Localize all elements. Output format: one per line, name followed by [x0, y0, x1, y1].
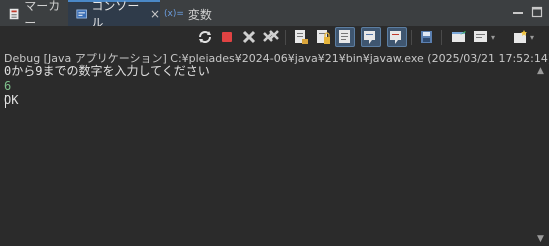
display-selected-console-icon — [473, 31, 487, 42]
terminate-button[interactable] — [217, 27, 237, 47]
relaunch-button[interactable] — [195, 27, 215, 47]
scroll-up-arrow-icon[interactable]: ▲ — [537, 66, 544, 76]
scroll-down-arrow-icon[interactable]: ▼ — [537, 234, 544, 244]
show-on-stderr-icon — [390, 31, 401, 44]
vertical-scrollbar[interactable]: ▲ ▼ — [533, 64, 549, 246]
console-icon — [76, 9, 87, 19]
pin-console-icon — [421, 31, 432, 43]
toolbar-separator — [285, 30, 286, 45]
word-wrap-icon — [339, 30, 350, 43]
chevron-down-icon[interactable]: ▾ — [491, 33, 495, 42]
console-toolbar: ▾ ▾ — [0, 26, 549, 48]
console-output[interactable]: 0から9までの数字を入力してください 6 OK — [0, 64, 533, 246]
tab-console[interactable]: コンソール × — [68, 0, 160, 30]
word-wrap-button[interactable] — [335, 27, 355, 47]
open-console-icon — [452, 31, 466, 42]
minimize-icon[interactable] — [512, 6, 524, 18]
tab-markers[interactable]: マーカー — [0, 0, 66, 30]
scroll-lock-icon — [317, 30, 330, 44]
toolbar-separator — [441, 30, 442, 45]
chevron-down-icon[interactable]: ▾ — [530, 33, 534, 42]
close-icon[interactable]: × — [150, 7, 160, 21]
view-tab-bar: マーカー コンソール × (x)= 変数 — [0, 0, 549, 30]
show-on-stderr-button[interactable] — [387, 27, 407, 47]
show-on-stdout-icon — [364, 31, 375, 44]
relaunch-icon — [199, 31, 211, 43]
new-console-icon — [513, 30, 527, 43]
remove-all-terminated-button[interactable] — [261, 27, 281, 47]
console-line: 0から9までの数字を入力してください — [4, 64, 210, 78]
console-input-line: 6 — [4, 78, 12, 93]
clear-console-icon — [295, 30, 308, 44]
text-cursor — [5, 95, 6, 108]
tab-variables[interactable]: (x)= 変数 — [160, 2, 220, 26]
open-console-button[interactable] — [449, 27, 469, 47]
remove-all-terminated-icon — [263, 30, 279, 42]
console-line: OK — [4, 93, 19, 107]
toolbar-separator — [411, 30, 412, 45]
terminate-icon — [222, 32, 232, 42]
variables-icon: (x)= — [164, 9, 184, 19]
show-on-stdout-button[interactable] — [361, 27, 381, 47]
remove-launch-icon — [242, 30, 256, 44]
markers-icon — [9, 8, 19, 20]
pin-console-button[interactable] — [417, 27, 437, 47]
remove-launch-button[interactable] — [239, 27, 259, 47]
maximize-icon[interactable] — [531, 6, 543, 18]
clear-console-button[interactable] — [291, 27, 311, 47]
new-console-button[interactable]: ▾ — [510, 27, 536, 47]
display-selected-console-button[interactable]: ▾ — [471, 27, 497, 47]
tab-label-variables: 変数 — [187, 7, 212, 22]
scroll-lock-button[interactable] — [313, 27, 333, 47]
launch-status-label: Debug [Java アプリケーション] C:¥pleiades¥2024-0… — [4, 52, 549, 64]
